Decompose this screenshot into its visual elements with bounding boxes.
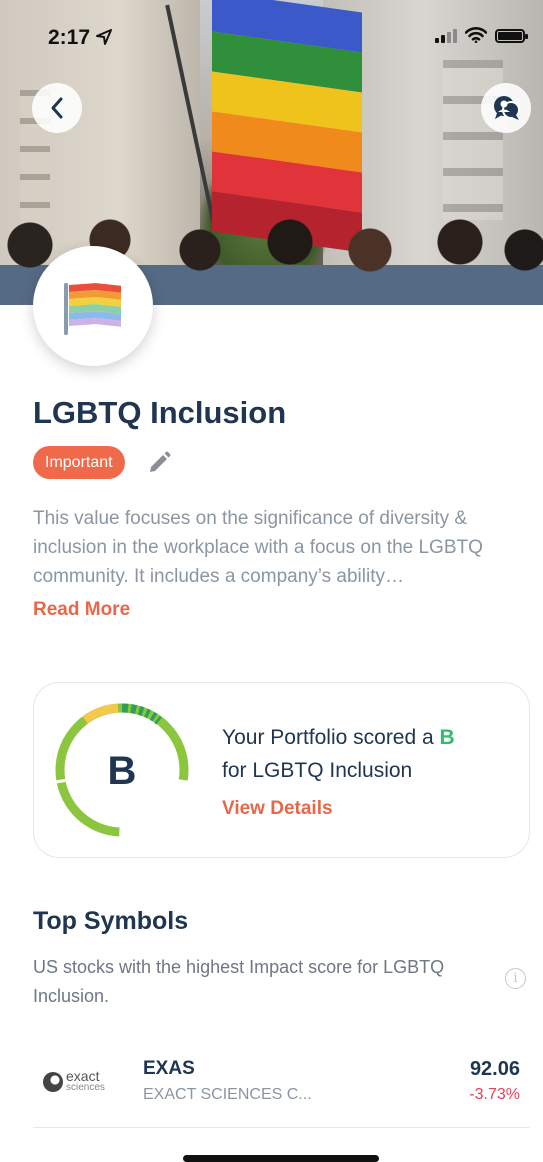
value-description: This value focuses on the significance o… [33,508,483,587]
company-logo-subtext: sciences [66,1082,105,1093]
score-text-after: for LGBTQ Inclusion [222,759,413,782]
status-time-text: 2:17 [48,26,91,49]
score-grade: B [108,749,137,793]
score-gauge: B [55,703,189,837]
top-symbols-subtitle: US stocks with the highest Impact score … [33,957,445,1006]
pencil-icon [150,451,171,472]
score-summary: Your Portfolio scored a B for LGBTQ Incl… [222,721,455,787]
company-logo: exact sciences [43,1069,105,1094]
symbol-change: -3.73% [469,1086,520,1103]
info-icon[interactable]: i [505,968,526,989]
symbol-company-name: EXACT SCIENCES C... [143,1086,312,1103]
edit-importance-button[interactable] [146,450,172,481]
location-arrow-icon [95,29,112,45]
symbol-row[interactable]: exact sciences EXAS EXACT SCIENCES C... … [33,1050,530,1128]
back-button[interactable] [32,83,82,133]
status-time: 2:17 [48,26,112,50]
read-more-link[interactable]: Read More [33,599,130,621]
pride-flag-icon [64,283,121,335]
view-details-link[interactable]: View Details [222,798,333,820]
company-logo-mark [43,1072,63,1092]
cellular-signal-icon [435,29,457,43]
portfolio-score-card[interactable]: B Your Portfolio scored a B for LGBTQ In… [33,682,530,858]
support-chat-icon [494,96,520,120]
back-arrow-icon [51,97,63,119]
support-chat-button[interactable] [481,83,531,133]
symbol-ticker: EXAS [143,1058,195,1079]
score-text-before: Your Portfolio scored a [222,726,440,749]
battery-icon [495,29,528,43]
wifi-icon [465,27,487,43]
company-logo-word: exact sciences [66,1069,105,1094]
page-title: LGBTQ Inclusion [33,395,287,430]
value-logo-badge [33,246,153,366]
home-indicator[interactable] [183,1155,379,1162]
importance-tag[interactable]: Important [33,446,125,479]
status-bar: 2:17 [0,0,543,70]
score-grade-inline: B [439,726,455,749]
symbol-price: 92.06 [469,1058,520,1080]
top-symbols-title: Top Symbols [33,907,189,935]
status-icons [435,27,528,43]
